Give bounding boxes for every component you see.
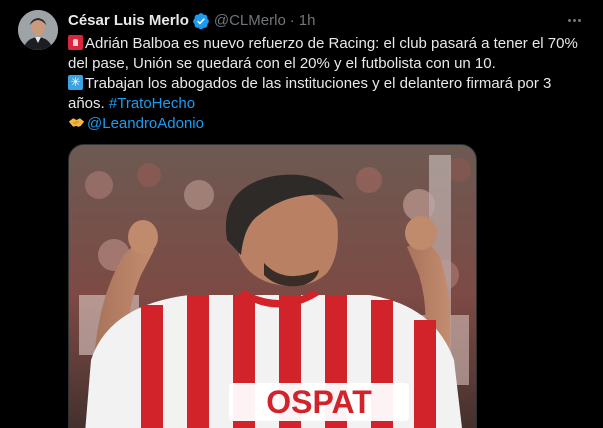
siren-icon [68,35,83,50]
tweet-text: Adrián Balboa es nuevo refuerzo de Racin… [68,34,593,134]
tweet-photo[interactable]: OSPAT [68,144,477,428]
mention-link[interactable]: @LeandroAdonio [87,115,204,132]
tweet-line-4: años. #TratoHecho [68,95,196,112]
tweet-line-1: Adrián Balboa es nuevo refuerzo de Racin… [68,34,593,54]
tweet-card[interactable]: César Luis Merlo @CLMerlo · 1h Adrián Ba… [0,0,603,428]
hashtag-link[interactable]: #TratoHecho [109,95,195,112]
separator-dot: · [289,12,295,29]
more-options-icon[interactable] [563,10,585,30]
verified-badge-icon[interactable] [192,12,210,30]
tweet-line-3: Trabajan los abogados de las institucion… [68,74,593,94]
author-handle[interactable]: @CLMerlo [214,11,286,31]
tweet-header: César Luis Merlo @CLMerlo · 1h [68,11,315,31]
handshake-icon [68,118,85,127]
player-celebration-photo: OSPAT [69,145,476,428]
avatar[interactable] [18,10,58,50]
asterisk-icon [68,74,83,90]
shirt-sponsor-text: OSPAT [266,384,372,420]
display-name[interactable]: César Luis Merlo [68,11,189,31]
tweet-line-5: @LeandroAdonio [68,114,593,134]
user-avatar-icon [18,10,58,50]
timestamp[interactable]: 1h [299,11,316,31]
tweet-line-2: del pase, Unión se quedará con el 20% y … [68,55,496,72]
